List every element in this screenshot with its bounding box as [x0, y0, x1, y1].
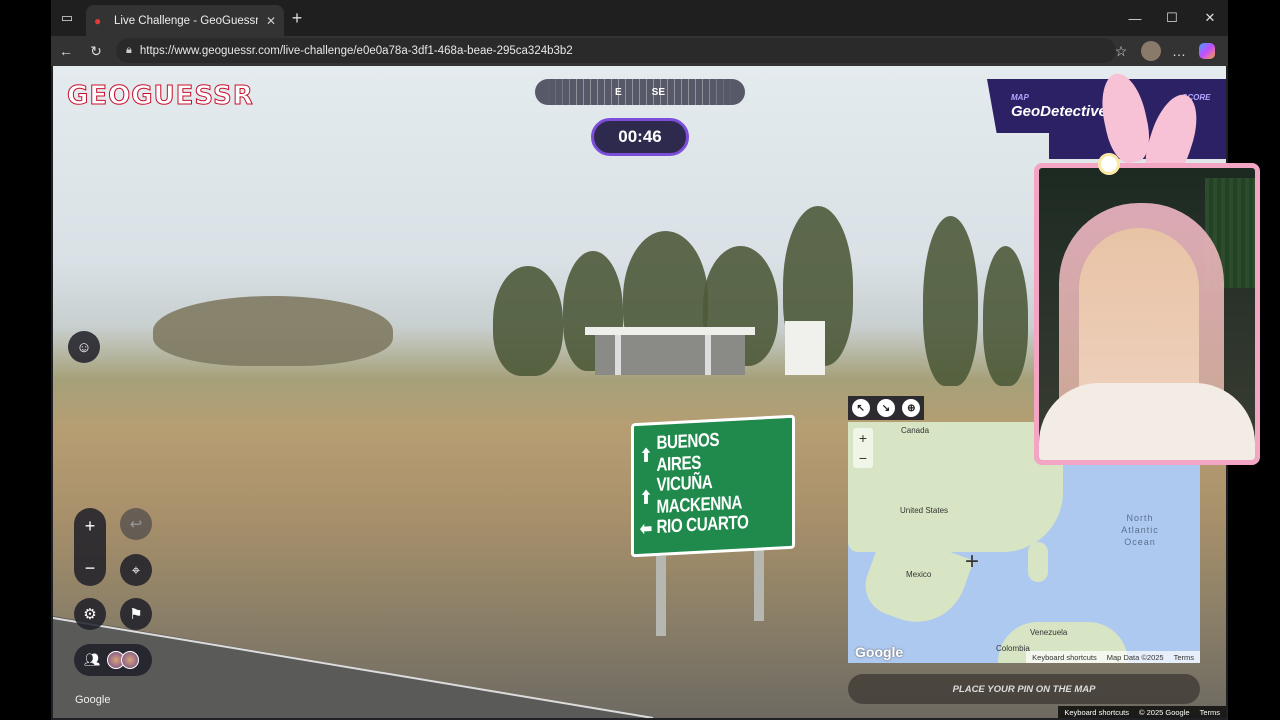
profile-avatar[interactable] — [1141, 41, 1161, 61]
shrink-map-icon[interactable]: ↘ — [876, 399, 895, 417]
settings-gear-icon[interactable]: ⚙ — [74, 598, 106, 630]
zoom-out-button[interactable]: − — [74, 552, 106, 584]
close-window-icon[interactable]: ✕ — [1200, 8, 1220, 28]
panorama-attribution: Keyboard shortcuts © 2025 Google Terms — [1058, 706, 1226, 718]
crosshair-icon: + — [965, 548, 980, 575]
player-avatar — [120, 651, 139, 669]
lock-icon[interactable]: 🔒︎ — [126, 44, 132, 57]
compass: E SE — [535, 79, 745, 105]
favorites-icon[interactable]: ☆ — [1111, 41, 1131, 61]
arrow-up-icon: ⬆ — [640, 486, 652, 508]
minimap-attribution: Keyboard shortcuts Map Data ©2025 Terms — [1026, 651, 1200, 663]
terms-link[interactable]: Terms — [1174, 653, 1194, 662]
google-map-logo: Google — [855, 644, 904, 660]
logo-text: GEOGUESSR — [67, 81, 254, 112]
map-label: MAP — [1011, 93, 1029, 102]
keyboard-shortcuts-link[interactable]: Keyboard shortcuts — [1064, 708, 1129, 717]
landmass-north-america — [848, 422, 1063, 552]
back-icon[interactable]: ← — [56, 41, 76, 61]
sign-row-rio-cuarto: ⬅ RIO CUARTO — [640, 512, 748, 540]
tree — [983, 246, 1028, 386]
flag-icon[interactable]: ⚑ — [120, 598, 152, 630]
round-timer: 00:46 — [591, 118, 689, 156]
geoguessr-logo: GEOGUESSR — [67, 80, 254, 112]
minimap-size-controls: ↖ ↘ ⊕ — [848, 396, 924, 420]
tree — [493, 266, 563, 376]
compass-ticks — [535, 79, 745, 105]
pin-map-icon[interactable]: ⊕ — [902, 399, 921, 417]
sign-text: RIO CUARTO — [656, 512, 749, 538]
tab-live-challenge[interactable]: ● Live Challenge - GeoGuessr ✕ — [86, 5, 284, 36]
tree — [153, 296, 393, 366]
compass-direction-se: SE — [651, 86, 665, 98]
label-north-atlantic-ocean: North Atlantic Ocean — [1121, 513, 1159, 547]
minimize-icon[interactable]: — — [1125, 8, 1145, 28]
gas-station-building — [585, 321, 825, 375]
copyright-text: © 2025 Google — [1139, 707, 1190, 717]
maximize-icon[interactable]: ☐ — [1162, 8, 1182, 28]
webcam-overlay — [1034, 163, 1260, 465]
more-icon[interactable]: … — [1169, 41, 1189, 61]
terms-link[interactable]: Terms — [1200, 708, 1220, 717]
road — [53, 616, 654, 718]
label-united-states: United States — [900, 506, 949, 515]
label-canada: Canada — [901, 426, 930, 435]
expand-map-icon[interactable]: ↖ — [851, 399, 870, 417]
undo-move-button[interactable]: ↩ — [120, 508, 152, 540]
map-name: GeoDetective — [1011, 103, 1107, 120]
tree — [923, 216, 978, 386]
report-icon[interactable]: ☺ — [68, 331, 100, 363]
tab-title: Live Challenge - GeoGuessr — [114, 14, 258, 27]
zoom-controls: + − — [74, 508, 106, 586]
landmass-florida — [1028, 542, 1048, 582]
keyboard-shortcuts-link[interactable]: Keyboard shortcuts — [1032, 653, 1097, 662]
sign-post — [656, 556, 666, 636]
label-venezuela: Venezuela — [1030, 628, 1068, 637]
copilot-icon[interactable] — [1199, 43, 1215, 59]
compass-direction-e: E — [614, 86, 622, 98]
close-tab-icon[interactable]: ✕ — [266, 14, 276, 28]
players-button[interactable]: 👥︎ — [74, 644, 152, 676]
new-tab-icon[interactable]: + — [287, 8, 307, 28]
address-toolbar: ← ↻ 🔒︎ https://www.geoguessr.com/live-ch… — [51, 36, 1228, 66]
return-to-start-button[interactable]: ⌖ — [120, 554, 152, 586]
place-pin-button[interactable]: PLACE YOUR PIN ON THE MAP — [848, 674, 1200, 704]
minimap-zoom[interactable]: + − — [853, 428, 873, 468]
road-sign: ⬆ BUENOS AIRES ⬆ VICUÑA MACKENNA ⬅ RIO CUAR… — [631, 414, 795, 558]
zoom-in-button[interactable]: + — [74, 510, 106, 542]
sign-post — [754, 546, 764, 621]
label-colombia: Colombia — [996, 644, 1030, 653]
reload-icon[interactable]: ↻ — [86, 41, 106, 61]
tab-bar: ▭ ● Live Challenge - GeoGuessr ✕ + — ☐ ✕ — [51, 0, 1228, 36]
address-bar[interactable]: 🔒︎ https://www.geoguessr.com/live-challe… — [116, 38, 1116, 63]
google-watermark: Google — [75, 694, 111, 706]
players-icon: 👥︎ — [84, 652, 101, 667]
arrow-left-icon: ⬅ — [640, 517, 652, 539]
label-mexico: Mexico — [906, 570, 932, 579]
flower-icon — [1098, 153, 1120, 175]
arrow-up-icon: ⬆ — [640, 444, 652, 466]
geoguessr-favicon-icon: ● — [94, 13, 102, 28]
map-data-text: Map Data ©2025 — [1106, 652, 1164, 662]
streamer-shirt — [1039, 383, 1255, 460]
sidebar-toggle-icon[interactable]: ▭ — [57, 8, 77, 28]
url-text: https://www.geoguessr.com/live-challenge… — [139, 44, 573, 57]
